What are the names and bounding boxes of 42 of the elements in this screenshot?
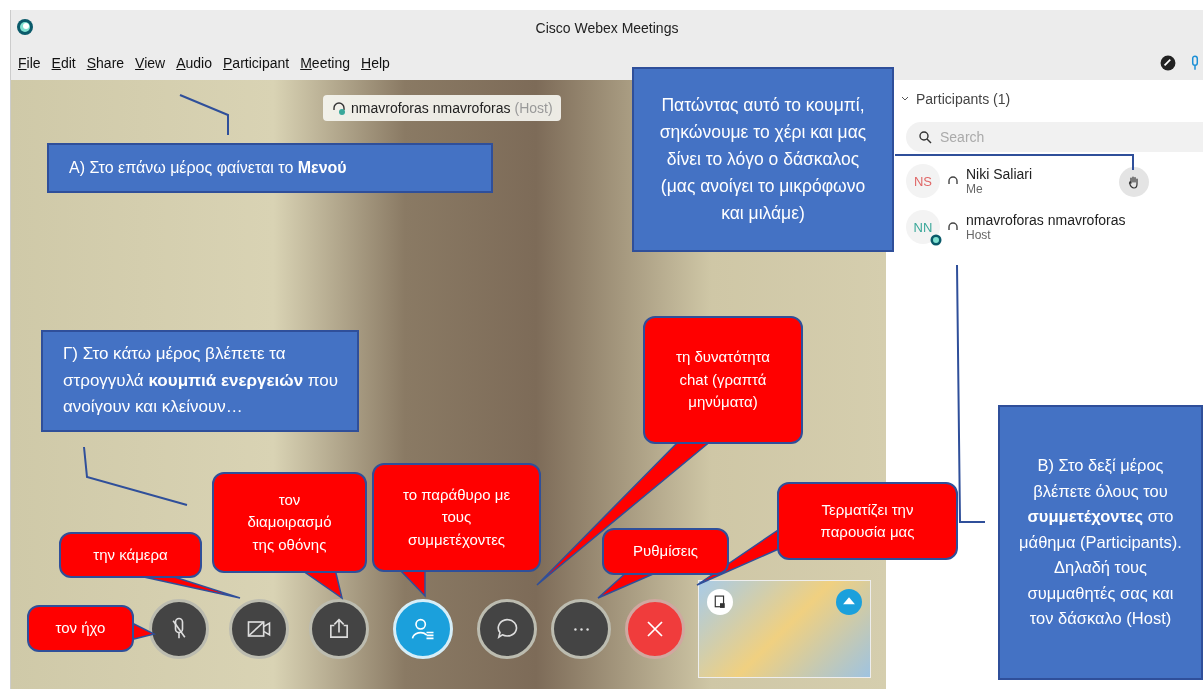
annotation-bubble: τον ήχο	[27, 605, 134, 652]
menu-item[interactable]: Edit	[51, 55, 76, 71]
participant-role: Host	[966, 228, 992, 242]
menu-item[interactable]: Meeting	[300, 55, 350, 71]
layout-switch-icon[interactable]	[707, 589, 733, 615]
annotation-note: Πατώντας αυτό το κουμπί, σηκώνουμε το χέρι και μας δίνει το λόγο ο δάσκαλος (μας ανοίγει το μικρόφωνο και μιλάμε)	[632, 67, 894, 252]
host-badge-icon	[930, 234, 942, 246]
camera-button[interactable]	[229, 599, 289, 659]
more-icon	[573, 627, 589, 631]
headset-icon	[331, 100, 347, 116]
annotation-bubble: τον διαμοιρασμό της οθόνης	[212, 472, 367, 573]
menu-item[interactable]: Participant	[223, 55, 290, 71]
menu-item[interactable]: Help	[361, 55, 390, 71]
menu-item[interactable]: View	[135, 55, 166, 71]
participant-role: Me	[966, 182, 984, 196]
speaker-label: nmavroforas nmavroforas (Host)	[323, 95, 561, 121]
participants-header[interactable]: Participants (1)	[900, 88, 1011, 110]
participant-name: nmavroforas nmavroforas	[966, 212, 1126, 228]
annotation-note: Β) Στο δεξί μέρος βλέπετε όλους του συμμετέχοντες στο μάθημα (Participants). Δηλαδή τους συμμαθητές σας και τον δάσκαλο (Host)	[998, 405, 1203, 680]
search-field[interactable]: Search	[906, 122, 1203, 152]
window-title: Cisco Webex Meetings	[535, 20, 679, 36]
menu-item[interactable]: File	[18, 55, 41, 71]
annotation-bubble: τη δυνατότητα chat (γραπτά μηνύματα)	[643, 316, 803, 444]
more-button[interactable]	[551, 599, 611, 659]
avatar: NN	[906, 210, 940, 244]
collapse-icon[interactable]	[836, 589, 862, 615]
share-button[interactable]	[309, 599, 369, 659]
raise-hand-button[interactable]	[1119, 167, 1149, 197]
menu-item[interactable]: Share	[86, 55, 125, 71]
avatar: NS	[906, 164, 940, 198]
annotation-bubble: το παράθυρο με τους συμμετέχοντες	[372, 463, 541, 572]
status-icon[interactable]	[1160, 55, 1176, 71]
mic-button[interactable]	[149, 599, 209, 659]
webex-logo-icon	[15, 17, 35, 37]
annotation-note: Α) Στο επάνω μέρος φαίνεται το Μενού	[47, 143, 493, 193]
leader-line	[179, 94, 229, 136]
menu-item[interactable]: Audio	[176, 55, 212, 71]
participant-name: Niki Saliari	[966, 166, 1033, 182]
annotation-note: Γ) Στο κάτω μέρος βλέπετε τα στρογγυλά κουμπιά ενεργειών που ανοίγουν και κλείνουν…	[41, 330, 359, 432]
participants-button[interactable]	[393, 599, 453, 659]
chat-button[interactable]	[477, 599, 537, 659]
annotation-bubble: Τερματίζει την παρουσία μας	[777, 482, 958, 560]
